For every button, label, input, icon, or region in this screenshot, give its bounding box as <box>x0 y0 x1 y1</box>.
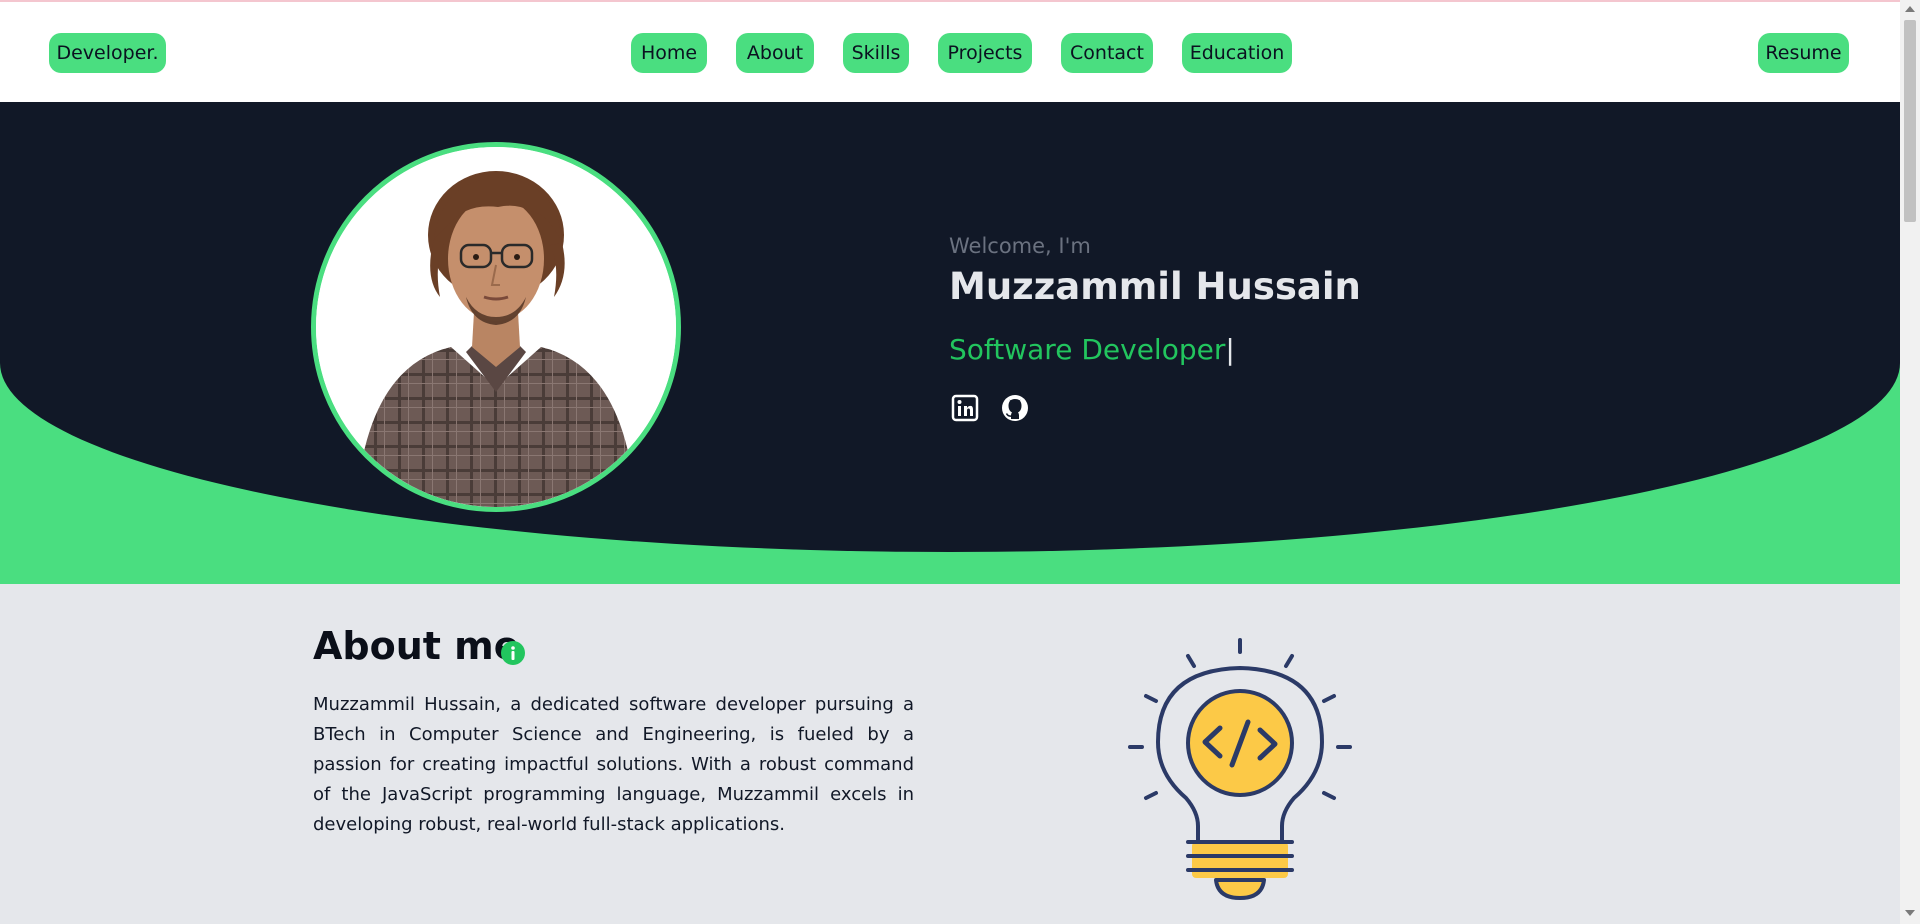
hero-dark-background <box>0 102 1900 552</box>
github-icon[interactable] <box>1000 393 1030 423</box>
info-icon <box>500 640 526 666</box>
nav-education-button[interactable]: Education <box>1182 33 1292 73</box>
linkedin-icon[interactable] <box>950 393 980 423</box>
profile-avatar <box>311 142 681 512</box>
nav-contact-button[interactable]: Contact <box>1061 33 1153 73</box>
nav-about-button[interactable]: About <box>736 33 814 73</box>
hero-role-text: Software Developer <box>949 333 1226 366</box>
scroll-up-arrow-icon[interactable] <box>1905 6 1915 12</box>
profile-photo-illustration <box>316 147 676 507</box>
about-heading: About me <box>313 624 520 668</box>
hero-role: Software Developer| <box>949 333 1235 366</box>
nav-home-button[interactable]: Home <box>631 33 707 73</box>
scrollbar-thumb[interactable] <box>1904 20 1916 222</box>
page: Developer. Home About Skills Projects Co… <box>0 0 1900 924</box>
nav-projects-button[interactable]: Projects <box>938 33 1032 73</box>
scroll-down-arrow-icon[interactable] <box>1905 910 1915 916</box>
navbar: Developer. Home About Skills Projects Co… <box>0 2 1900 102</box>
hero-welcome-text: Welcome, I'm <box>949 234 1091 258</box>
nav-skills-button[interactable]: Skills <box>843 33 909 73</box>
about-paragraph: Muzzammil Hussain, a dedicated software … <box>313 694 914 835</box>
resume-button[interactable]: Resume <box>1758 33 1849 73</box>
vertical-scrollbar[interactable] <box>1900 0 1920 924</box>
typing-cursor: | <box>1225 333 1235 366</box>
lightbulb-code-icon <box>1120 630 1360 900</box>
hero-name: Muzzammil Hussain <box>949 265 1361 308</box>
brand-logo-button[interactable]: Developer. <box>49 33 166 73</box>
